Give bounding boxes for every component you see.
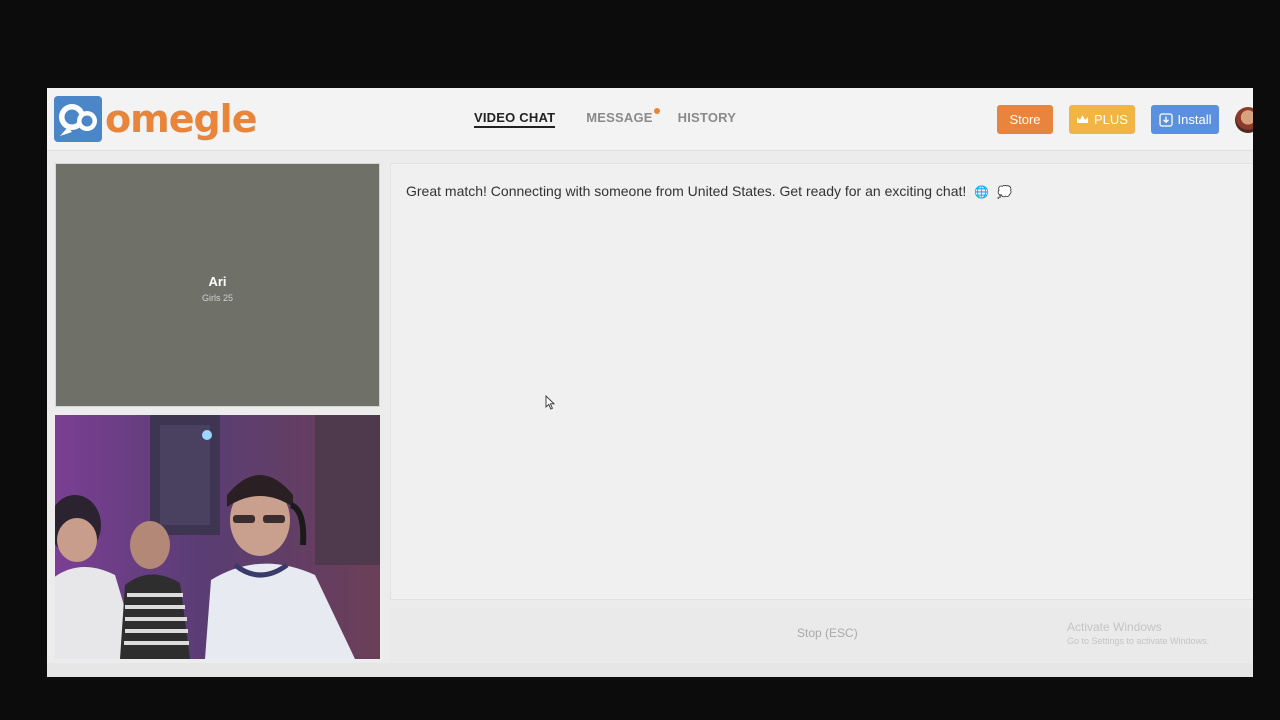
install-button-label: Install xyxy=(1177,112,1212,127)
mouse-cursor-icon xyxy=(545,395,555,410)
windows-watermark: Activate Windows Go to Settings to activ… xyxy=(1067,620,1209,646)
omegle-logo-icon xyxy=(54,96,102,142)
logo[interactable]: omegle xyxy=(54,96,257,142)
chat-log[interactable]: Great match! Connecting with someone fro… xyxy=(390,163,1253,600)
globe-icon: 🌐 xyxy=(974,185,990,199)
stop-button[interactable]: Stop (ESC) xyxy=(797,626,858,640)
crown-icon xyxy=(1077,115,1089,123)
tab-message-label: MESSAGE xyxy=(586,110,653,125)
self-video-feed xyxy=(55,415,380,659)
plus-button[interactable]: PLUS xyxy=(1069,105,1135,134)
download-icon xyxy=(1158,112,1173,127)
footer-strip xyxy=(47,663,1253,677)
stranger-video: Ari Girls 25 xyxy=(55,163,380,407)
watermark-subtitle: Go to Settings to activate Windows. xyxy=(1067,636,1210,646)
install-button[interactable]: Install xyxy=(1151,105,1219,134)
self-video xyxy=(55,415,380,659)
tab-history[interactable]: HISTORY xyxy=(678,110,736,128)
notification-dot xyxy=(653,108,660,114)
avatar[interactable] xyxy=(1235,107,1253,133)
speech-bubble-icon: 💭 xyxy=(997,185,1012,199)
control-bar: Stop (ESC) Activate Windows Go to Settin… xyxy=(390,608,1253,663)
system-message: Great match! Connecting with someone fro… xyxy=(406,183,1012,199)
app-window: omegle VIDEO CHAT MESSAGE HISTORY Store … xyxy=(47,88,1253,677)
logo-text: omegle xyxy=(105,97,257,141)
tab-video-chat[interactable]: VIDEO CHAT xyxy=(474,110,556,128)
system-message-text: Great match! Connecting with someone fro… xyxy=(406,183,967,199)
main-nav: VIDEO CHAT MESSAGE HISTORY xyxy=(474,108,736,128)
header: omegle VIDEO CHAT MESSAGE HISTORY Store … xyxy=(47,88,1253,151)
plus-button-label: PLUS xyxy=(1094,112,1128,127)
watermark-title: Activate Windows xyxy=(1067,620,1162,634)
stranger-name: Ari xyxy=(208,273,227,289)
stranger-subtitle: Girls 25 xyxy=(201,292,233,303)
store-button[interactable]: Store xyxy=(997,105,1053,134)
tab-message[interactable]: MESSAGE xyxy=(586,108,660,128)
